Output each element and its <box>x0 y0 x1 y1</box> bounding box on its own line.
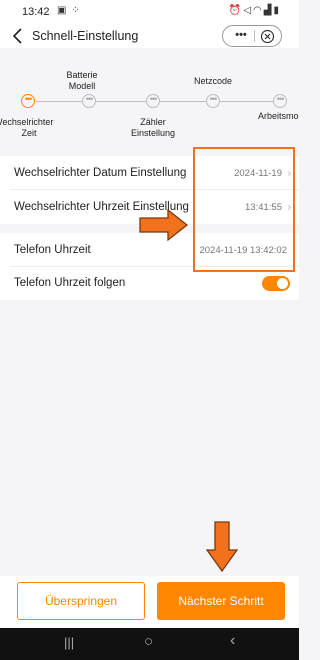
step-dot-glyph: ••• <box>85 94 93 104</box>
chevron-left-icon[interactable] <box>10 26 26 46</box>
wifi-icon: ◠ <box>253 5 264 16</box>
step-dot-glyph: ••• <box>209 94 217 104</box>
battery-icon: ▮ <box>273 5 281 16</box>
mute-icon: ◁ <box>243 5 254 16</box>
step-dot-grid-code[interactable]: ••• <box>206 94 220 108</box>
status-time: 13:42 <box>22 6 50 18</box>
step-label-line: Modell <box>68 81 96 91</box>
inverter-date-label: Wechselrichter Datum Einstellung <box>14 167 187 179</box>
system-navigation-bar: ||| ○ ‹ <box>0 628 299 660</box>
step-dot-inverter-time[interactable]: ••• <box>21 94 35 108</box>
step-label-grid-code: Netzcode <box>190 76 236 87</box>
step-label-line: Netzcode <box>193 76 233 86</box>
recents-icon[interactable]: ||| <box>64 635 74 650</box>
home-icon[interactable]: ○ <box>144 633 153 650</box>
step-label-line: Einstellung <box>130 128 176 138</box>
capsule-divider <box>254 30 255 42</box>
mini-program-capsule: ••• <box>222 25 282 47</box>
toggle-knob <box>277 278 288 289</box>
step-label-line: Batterie <box>66 70 98 80</box>
step-label-line: Zeit <box>21 128 37 138</box>
annotation-arrow-right-icon <box>139 209 189 241</box>
step-dot-meter-settings[interactable]: ••• <box>146 94 160 108</box>
alarm-icon: ⏰ <box>228 5 244 16</box>
annotation-arrow-down-icon <box>206 521 238 573</box>
annotation-highlight-box <box>193 147 295 272</box>
step-label-working-mode: Arbeitsmo <box>258 111 299 122</box>
next-step-button[interactable]: Nächster Schritt <box>157 582 285 620</box>
close-circle-icon[interactable] <box>260 29 275 44</box>
step-dot-glyph: ••• <box>24 94 32 104</box>
grid-app-icon: ⁘ <box>71 5 81 16</box>
footer-actions: Überspringen Nächster Schritt <box>0 576 299 628</box>
app-header: Schnell-Einstellung ••• <box>0 24 299 48</box>
system-icons: ⏰◁◠▟▮ <box>229 5 281 16</box>
step-label-line: Wechselrichter <box>0 117 54 127</box>
follow-phone-time-toggle[interactable] <box>262 276 290 291</box>
follow-phone-time-label: Telefon Uhrzeit folgen <box>14 277 126 289</box>
back-icon[interactable]: ‹ <box>230 632 235 650</box>
step-connector <box>36 101 82 102</box>
notification-icons: ▣ ⁘ <box>57 5 81 16</box>
phone-time-label: Telefon Uhrzeit <box>14 244 91 256</box>
step-dot-working-mode[interactable]: ••• <box>273 94 287 108</box>
more-icon[interactable]: ••• <box>231 28 251 44</box>
step-connector <box>220 101 273 102</box>
skip-button[interactable]: Überspringen <box>17 582 145 620</box>
step-connector <box>160 101 206 102</box>
step-connector <box>96 101 146 102</box>
gallery-icon: ▣ <box>57 5 68 16</box>
step-label-inverter-time: Wechselrichter Zeit <box>0 117 58 139</box>
status-bar: 13:42 ▣ ⁘ ⏰◁◠▟▮ <box>0 0 299 24</box>
step-dot-battery-model[interactable]: ••• <box>82 94 96 108</box>
step-label-meter-settings: Zähler Einstellung <box>126 117 180 139</box>
step-dot-glyph: ••• <box>149 94 157 104</box>
page-title: Schnell-Einstellung <box>32 29 139 43</box>
step-dot-glyph: ••• <box>276 94 284 104</box>
step-label-line: Zähler <box>140 117 166 127</box>
step-label-line: Arbeitsmo <box>258 111 299 121</box>
step-label-battery-model: Batterie Modell <box>62 70 102 92</box>
